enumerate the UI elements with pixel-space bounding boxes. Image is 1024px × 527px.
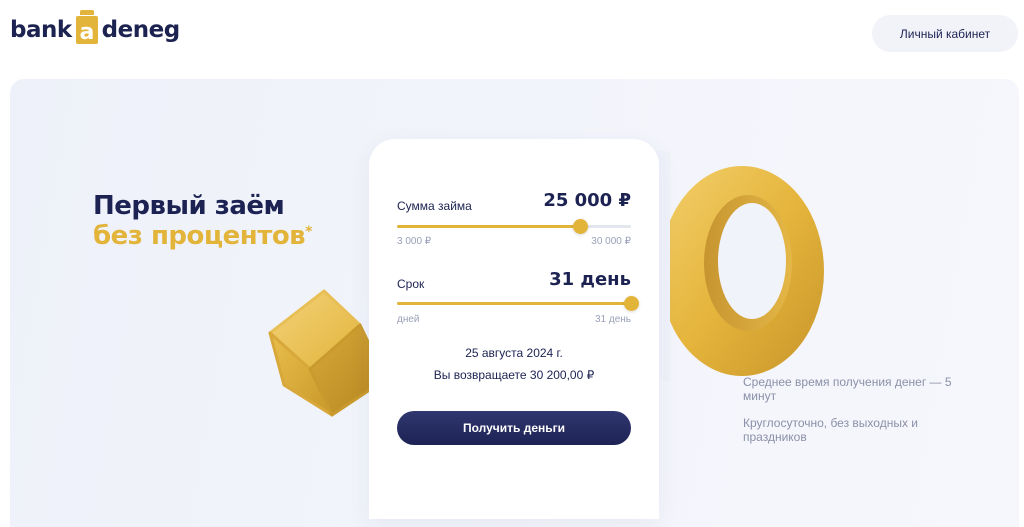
- hero-title: Первый заём без процентов*: [93, 191, 312, 251]
- bank-a-deneg-logo[interactable]: bank a deneg: [10, 10, 181, 45]
- term-min-label: дней: [397, 314, 420, 325]
- site-header: bank a deneg Личный кабинет: [0, 0, 1024, 70]
- footnote-star: *: [305, 224, 312, 240]
- hero-title-line2-text: без процентов: [93, 221, 306, 251]
- return-amount-text: Вы возвращаете 30 200,00 ₽: [433, 368, 595, 382]
- info-average-time: Среднее время получения денег — 5 минут: [743, 375, 952, 403]
- term-slider[interactable]: [397, 296, 639, 311]
- personal-account-button[interactable]: Личный кабинет: [872, 15, 1018, 52]
- amount-slider-fill: [397, 225, 580, 228]
- get-money-button[interactable]: Получить деньги: [397, 411, 631, 445]
- amount-slider-thumb[interactable]: [572, 219, 588, 234]
- term-slider-thumb[interactable]: [624, 296, 639, 311]
- due-date-text: 25 августа 2024 г.: [465, 346, 563, 360]
- loan-calculator-card: Сумма займа 25 000 ₽ 3 000 ₽ 30 000 ₽ Ср…: [369, 139, 659, 519]
- info-hours: Круглосуточно, без выходных и праздников: [743, 416, 918, 444]
- logo-text-left: bank: [10, 17, 72, 43]
- hero-title-line1: Первый заём: [93, 191, 285, 221]
- amount-min-label: 3 000 ₽: [397, 236, 432, 247]
- gold-ring-icon: [650, 151, 824, 381]
- amount-slider[interactable]: [397, 219, 631, 234]
- amount-value: 25 000 ₽: [543, 190, 631, 211]
- term-slider-fill: [397, 302, 631, 305]
- amount-max-label: 30 000 ₽: [591, 236, 631, 247]
- term-max-label: 31 день: [594, 314, 631, 325]
- logo-mark-icon: a: [75, 10, 98, 45]
- amount-label: Сумма займа: [397, 199, 472, 213]
- hero-title-line2: без процентов*: [93, 221, 312, 251]
- logo-text-right: deneg: [101, 17, 181, 43]
- term-value: 31 день: [549, 269, 631, 290]
- term-label: Срок: [397, 277, 425, 291]
- hero-section: Первый заём без процентов* Сумма займа 2…: [10, 79, 1019, 527]
